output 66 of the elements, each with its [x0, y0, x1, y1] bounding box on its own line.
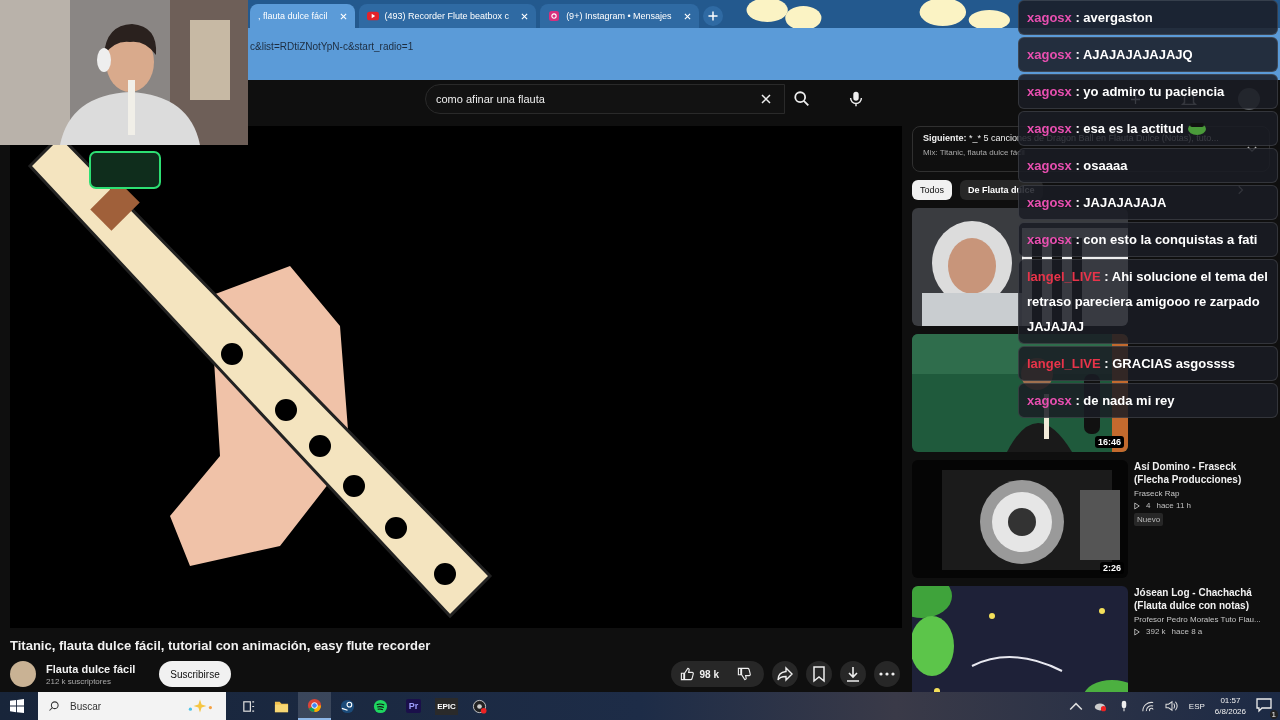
- upload-age: hace 11 h: [1156, 501, 1191, 510]
- chat-message-toast: xagosx : AJAJAJAJAJAJQ: [1018, 37, 1278, 72]
- upload-age: hace 8 a: [1171, 627, 1203, 636]
- subscriber-count: 212 k suscriptores: [46, 676, 112, 686]
- video-duration: 16:46: [1094, 436, 1124, 448]
- chat-message-toast: xagosx : con esto la conquistas a fati: [1018, 222, 1278, 257]
- video-title[interactable]: Así Domino - Fraseck (Flecha Producciones): [1134, 460, 1270, 486]
- windows-logo-icon[interactable]: [10, 699, 24, 713]
- browser-tab[interactable]: (9+) Instagram • Mensajes: [540, 4, 699, 28]
- video-duration: 2:26: [1100, 562, 1124, 574]
- microphone-icon[interactable]: [847, 90, 865, 108]
- search-icon: [48, 700, 60, 712]
- close-icon[interactable]: [683, 12, 691, 20]
- taskbar-app-button[interactable]: [298, 692, 331, 720]
- bookmark-icon[interactable]: [806, 661, 832, 687]
- video-title: Titanic, flauta dulce fácil, tutorial con animación, easy flute recorder: [10, 638, 432, 653]
- play-icon: [1134, 627, 1140, 636]
- close-icon[interactable]: [521, 12, 529, 20]
- play-icon: [1134, 501, 1140, 510]
- camera-logo-icon: [548, 11, 561, 21]
- clock-date[interactable]: 6/8/2026: [1214, 706, 1246, 717]
- browser-tab[interactable]: (493) Recorder Flute beatbox c: [358, 4, 537, 28]
- volume-icon[interactable]: [1164, 700, 1179, 712]
- view-count: 392 k: [1146, 627, 1166, 636]
- caret-up-icon[interactable]: [1068, 700, 1083, 712]
- notification-icon[interactable]: [1256, 697, 1272, 713]
- taskbar-app-button[interactable]: Pr: [397, 692, 430, 720]
- clear-icon[interactable]: [761, 94, 771, 104]
- chat-message-toast: xagosx : yo admiro tu paciencia: [1018, 74, 1278, 109]
- close-icon[interactable]: [339, 12, 347, 20]
- input-language[interactable]: ESP: [1188, 701, 1205, 711]
- music-logo-icon: [373, 698, 388, 714]
- channel-avatar[interactable]: [10, 661, 36, 687]
- chat-message-toast: langel_LIVE : Ahi solucione el tema del retraso pareciera amigooo re zarpado JAJAJAJ: [1018, 259, 1278, 344]
- record-logo-icon: [472, 698, 487, 714]
- task-view-icon: [241, 698, 256, 714]
- taskbar-search-field[interactable]: Buscar: [38, 692, 226, 720]
- thumbs-up-icon[interactable]: [678, 666, 695, 682]
- subscribe-button[interactable]: Suscribirse: [159, 661, 231, 687]
- filter-chip[interactable]: Todos: [912, 180, 953, 200]
- share-icon[interactable]: [772, 661, 798, 687]
- more-icon[interactable]: [874, 661, 900, 687]
- chat-message-toast: langel_LIVE : GRACIAS asgossss: [1018, 346, 1278, 381]
- clock-time[interactable]: 01:57: [1220, 695, 1241, 706]
- taskbar-app-button[interactable]: EPIC: [430, 692, 463, 720]
- like-count[interactable]: 98 k: [699, 668, 719, 680]
- cloud-icon[interactable]: [1092, 700, 1107, 712]
- search-icon[interactable]: [793, 90, 811, 108]
- new-badge: Nuevo: [1134, 513, 1164, 526]
- channel-name[interactable]: Flauta dulce fácil: [46, 662, 136, 675]
- search-placeholder: Buscar: [70, 700, 102, 712]
- thumbs-down-icon[interactable]: [736, 666, 752, 682]
- channel-name[interactable]: Profesor Pedro Morales Tuto Flau...: [1134, 615, 1261, 624]
- download-icon[interactable]: [840, 661, 866, 687]
- new-tab-icon[interactable]: [702, 6, 723, 26]
- search-field[interactable]: como afinar una flauta: [425, 84, 785, 114]
- notification-count: 1: [1269, 710, 1278, 719]
- play-logo-icon: [366, 11, 379, 21]
- channel-name[interactable]: Fraseck Rap: [1134, 489, 1180, 498]
- chat-message-toast: xagosx : de nada mi rey: [1018, 383, 1278, 418]
- browser-logo-icon: [307, 697, 322, 713]
- wifi-icon[interactable]: [1140, 700, 1155, 712]
- view-count: 4: [1146, 501, 1151, 510]
- address-field[interactable]: c&list=RDtiZNotYpN-c&start_radio=1: [250, 39, 414, 54]
- chat-message-toast: xagosx : avergaston: [1018, 0, 1278, 35]
- video-title[interactable]: Jósean Log - Chachachá (Flauta dulce con notas): [1134, 586, 1270, 612]
